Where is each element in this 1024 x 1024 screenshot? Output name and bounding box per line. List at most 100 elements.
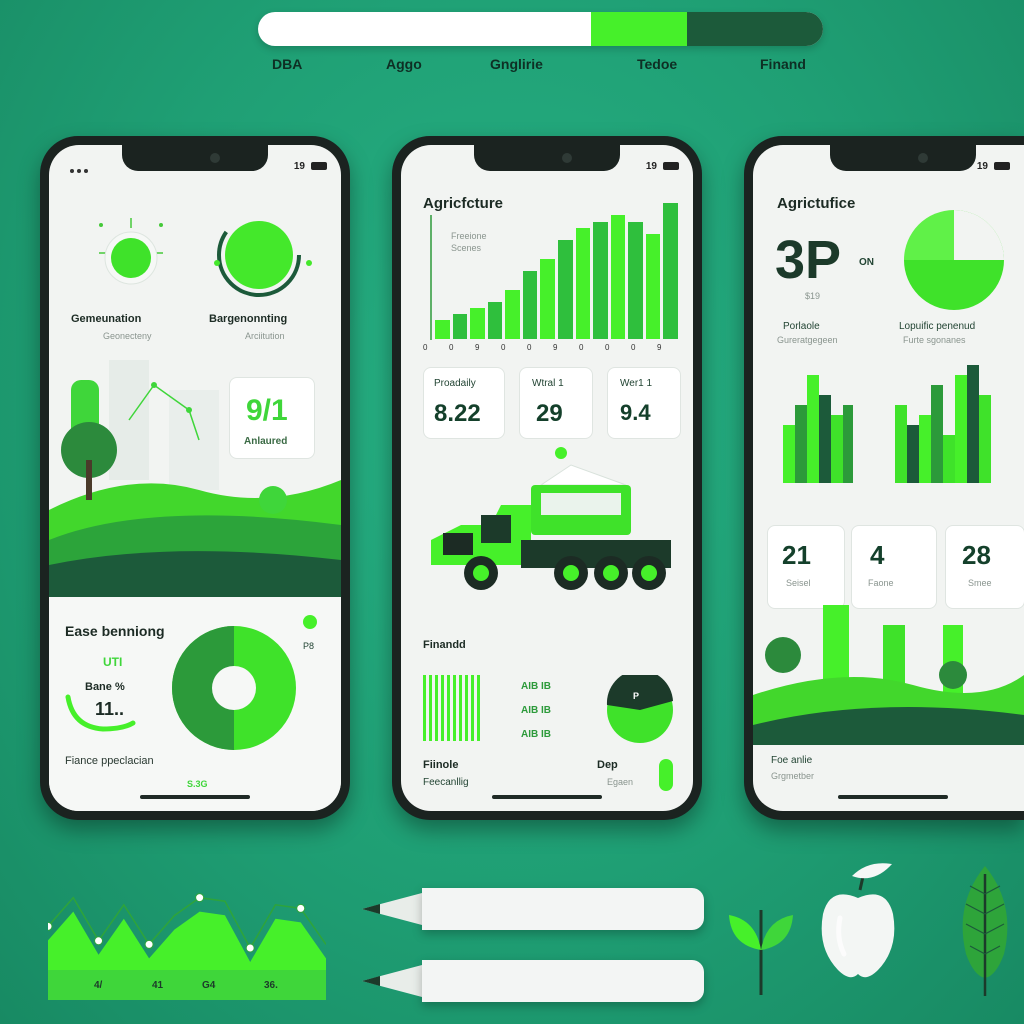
pencil-icon xyxy=(362,960,704,1002)
stat-value: 9/1 xyxy=(246,394,288,427)
bar-chart-bar xyxy=(522,271,538,339)
node-right-label: Bargenonnting xyxy=(209,313,288,325)
x-tick-label: 9 xyxy=(657,343,662,352)
truck-icon xyxy=(431,447,671,590)
pie-marker: P xyxy=(633,691,640,701)
data-point xyxy=(144,939,154,949)
row-label: AIB IB xyxy=(521,729,551,740)
x-axis-ticks: 0 0 9 0 0 9 0 0 0 9 xyxy=(423,343,683,355)
phone-screen: 19 Agrictufice 3P ON $19 Porlaole Gurera… xyxy=(753,145,1024,811)
data-point xyxy=(296,903,306,913)
line-chart-card: 4/ 41 G4 36. xyxy=(48,888,326,1000)
area-line-chart xyxy=(48,893,326,970)
stat-value: 4 xyxy=(870,540,885,570)
metric-card-2[interactable]: Wtral 1 29 xyxy=(519,367,593,439)
footer-value: S.3G xyxy=(187,779,208,789)
apple-icon xyxy=(821,863,895,978)
x-tick-label: 0 xyxy=(579,343,584,352)
home-indicator[interactable] xyxy=(838,795,948,799)
stat-label: Seisel xyxy=(786,578,811,588)
home-indicator[interactable] xyxy=(140,795,250,799)
bar-chart-bar xyxy=(663,203,678,339)
bar-chart-bar xyxy=(470,308,485,339)
metric-card-3[interactable]: Wer1 1 9.4 xyxy=(607,367,681,439)
node-left-sub: Geonecteny xyxy=(103,331,152,341)
data-point xyxy=(94,936,104,946)
node-right-sub: Arciitution xyxy=(245,331,285,341)
signal-icon xyxy=(69,161,99,173)
phone-dashboard-right: 19 Agrictufice 3P ON $19 Porlaole Gurera… xyxy=(744,136,1024,820)
top-progress-slider[interactable] xyxy=(258,12,823,46)
bar-chart-bar xyxy=(505,289,520,339)
footer-left-sub: Feecanllig xyxy=(423,777,469,788)
footer-left-label: Fiinole xyxy=(423,759,459,771)
step-label[interactable]: Tedoe xyxy=(637,56,677,72)
stat-caption: Anlaured xyxy=(244,436,288,447)
toggle-switch[interactable] xyxy=(659,759,673,791)
leaf-icon xyxy=(962,866,1008,996)
y-axis xyxy=(430,215,432,340)
x-label: 36. xyxy=(264,980,278,991)
step-label[interactable]: Finand xyxy=(760,56,806,72)
pencil-icon xyxy=(362,888,704,930)
metric-label: Proadaily xyxy=(434,378,476,389)
metric-value: 9.4 xyxy=(620,400,651,425)
status-time: 19 xyxy=(977,161,1010,172)
gauge-arc xyxy=(65,694,136,732)
legend-dot xyxy=(303,615,317,629)
left-label: Porlaole xyxy=(783,321,820,332)
x-label: G4 xyxy=(202,980,216,991)
x-label: 41 xyxy=(152,980,164,991)
mini-pie-chart xyxy=(606,675,673,743)
card-title: Agrictufice xyxy=(777,195,856,212)
metric-label: Wtral 1 xyxy=(532,378,564,389)
phone-dashboard-center: 19 Agricfcture Freeione Scenes 009009000… xyxy=(392,136,702,820)
status-time: 19 xyxy=(646,161,679,172)
big-unit: ON xyxy=(859,257,874,268)
footer-right-label: Dep xyxy=(597,759,618,771)
row-label: AIB IB xyxy=(521,681,551,692)
quarter-pie-chart xyxy=(904,210,1004,310)
stat-value: 21 xyxy=(782,540,811,570)
home-indicator[interactable] xyxy=(492,795,602,799)
footer-right-sub: Egaen xyxy=(607,777,634,787)
bar-chart-bar xyxy=(452,314,468,339)
right-sub: Furte sgonanes xyxy=(903,335,966,345)
status-time: 19 xyxy=(294,161,327,172)
data-point xyxy=(195,893,205,903)
data-point xyxy=(245,943,255,953)
node-left-label: Gemeunation xyxy=(71,313,142,325)
x-tick-label: 9 xyxy=(553,343,558,352)
x-label: 4/ xyxy=(94,980,103,991)
bar-chart-bar xyxy=(575,227,591,339)
bar-chart-bar xyxy=(610,215,626,339)
gauge-top-label: UTI xyxy=(103,655,123,669)
bar-chart-bar xyxy=(435,320,450,339)
stat-card[interactable]: 9/1 Anlaured xyxy=(229,377,315,459)
stat-value: 28 xyxy=(962,540,991,570)
bar-chart-bar xyxy=(558,240,573,339)
dual-bar-chart xyxy=(783,365,991,483)
big-value: 3P xyxy=(775,230,842,290)
footer-label: Foe anlie xyxy=(771,755,813,766)
step-label[interactable]: DBA xyxy=(272,56,302,72)
footer-sub: Grgmetber xyxy=(771,771,815,781)
x-tick-label: 0 xyxy=(501,343,506,352)
phone-notch xyxy=(830,145,976,171)
gauge-marker: P8 xyxy=(303,641,315,651)
row-label: AIB IB xyxy=(521,705,551,716)
step-label[interactable]: Gnglirie xyxy=(490,56,543,72)
landscape-illustration xyxy=(753,605,1024,745)
right-label: Lopuific penenud xyxy=(899,321,976,332)
step-label[interactable]: Aggo xyxy=(386,56,422,72)
donut-chart xyxy=(172,626,296,750)
metric-value: 29 xyxy=(536,400,563,427)
metric-value: 8.22 xyxy=(434,400,481,427)
phone-screen: 19 Gemeunation Geonecteny Bargenonnting … xyxy=(49,145,341,811)
sprout-icon xyxy=(729,910,793,995)
progress-fill-active xyxy=(591,12,688,46)
metric-card-1[interactable]: Proadaily 8.22 xyxy=(423,367,505,439)
x-tick-label: 0 xyxy=(631,343,636,352)
data-point xyxy=(48,921,53,931)
bar-chart-bar xyxy=(540,258,555,339)
